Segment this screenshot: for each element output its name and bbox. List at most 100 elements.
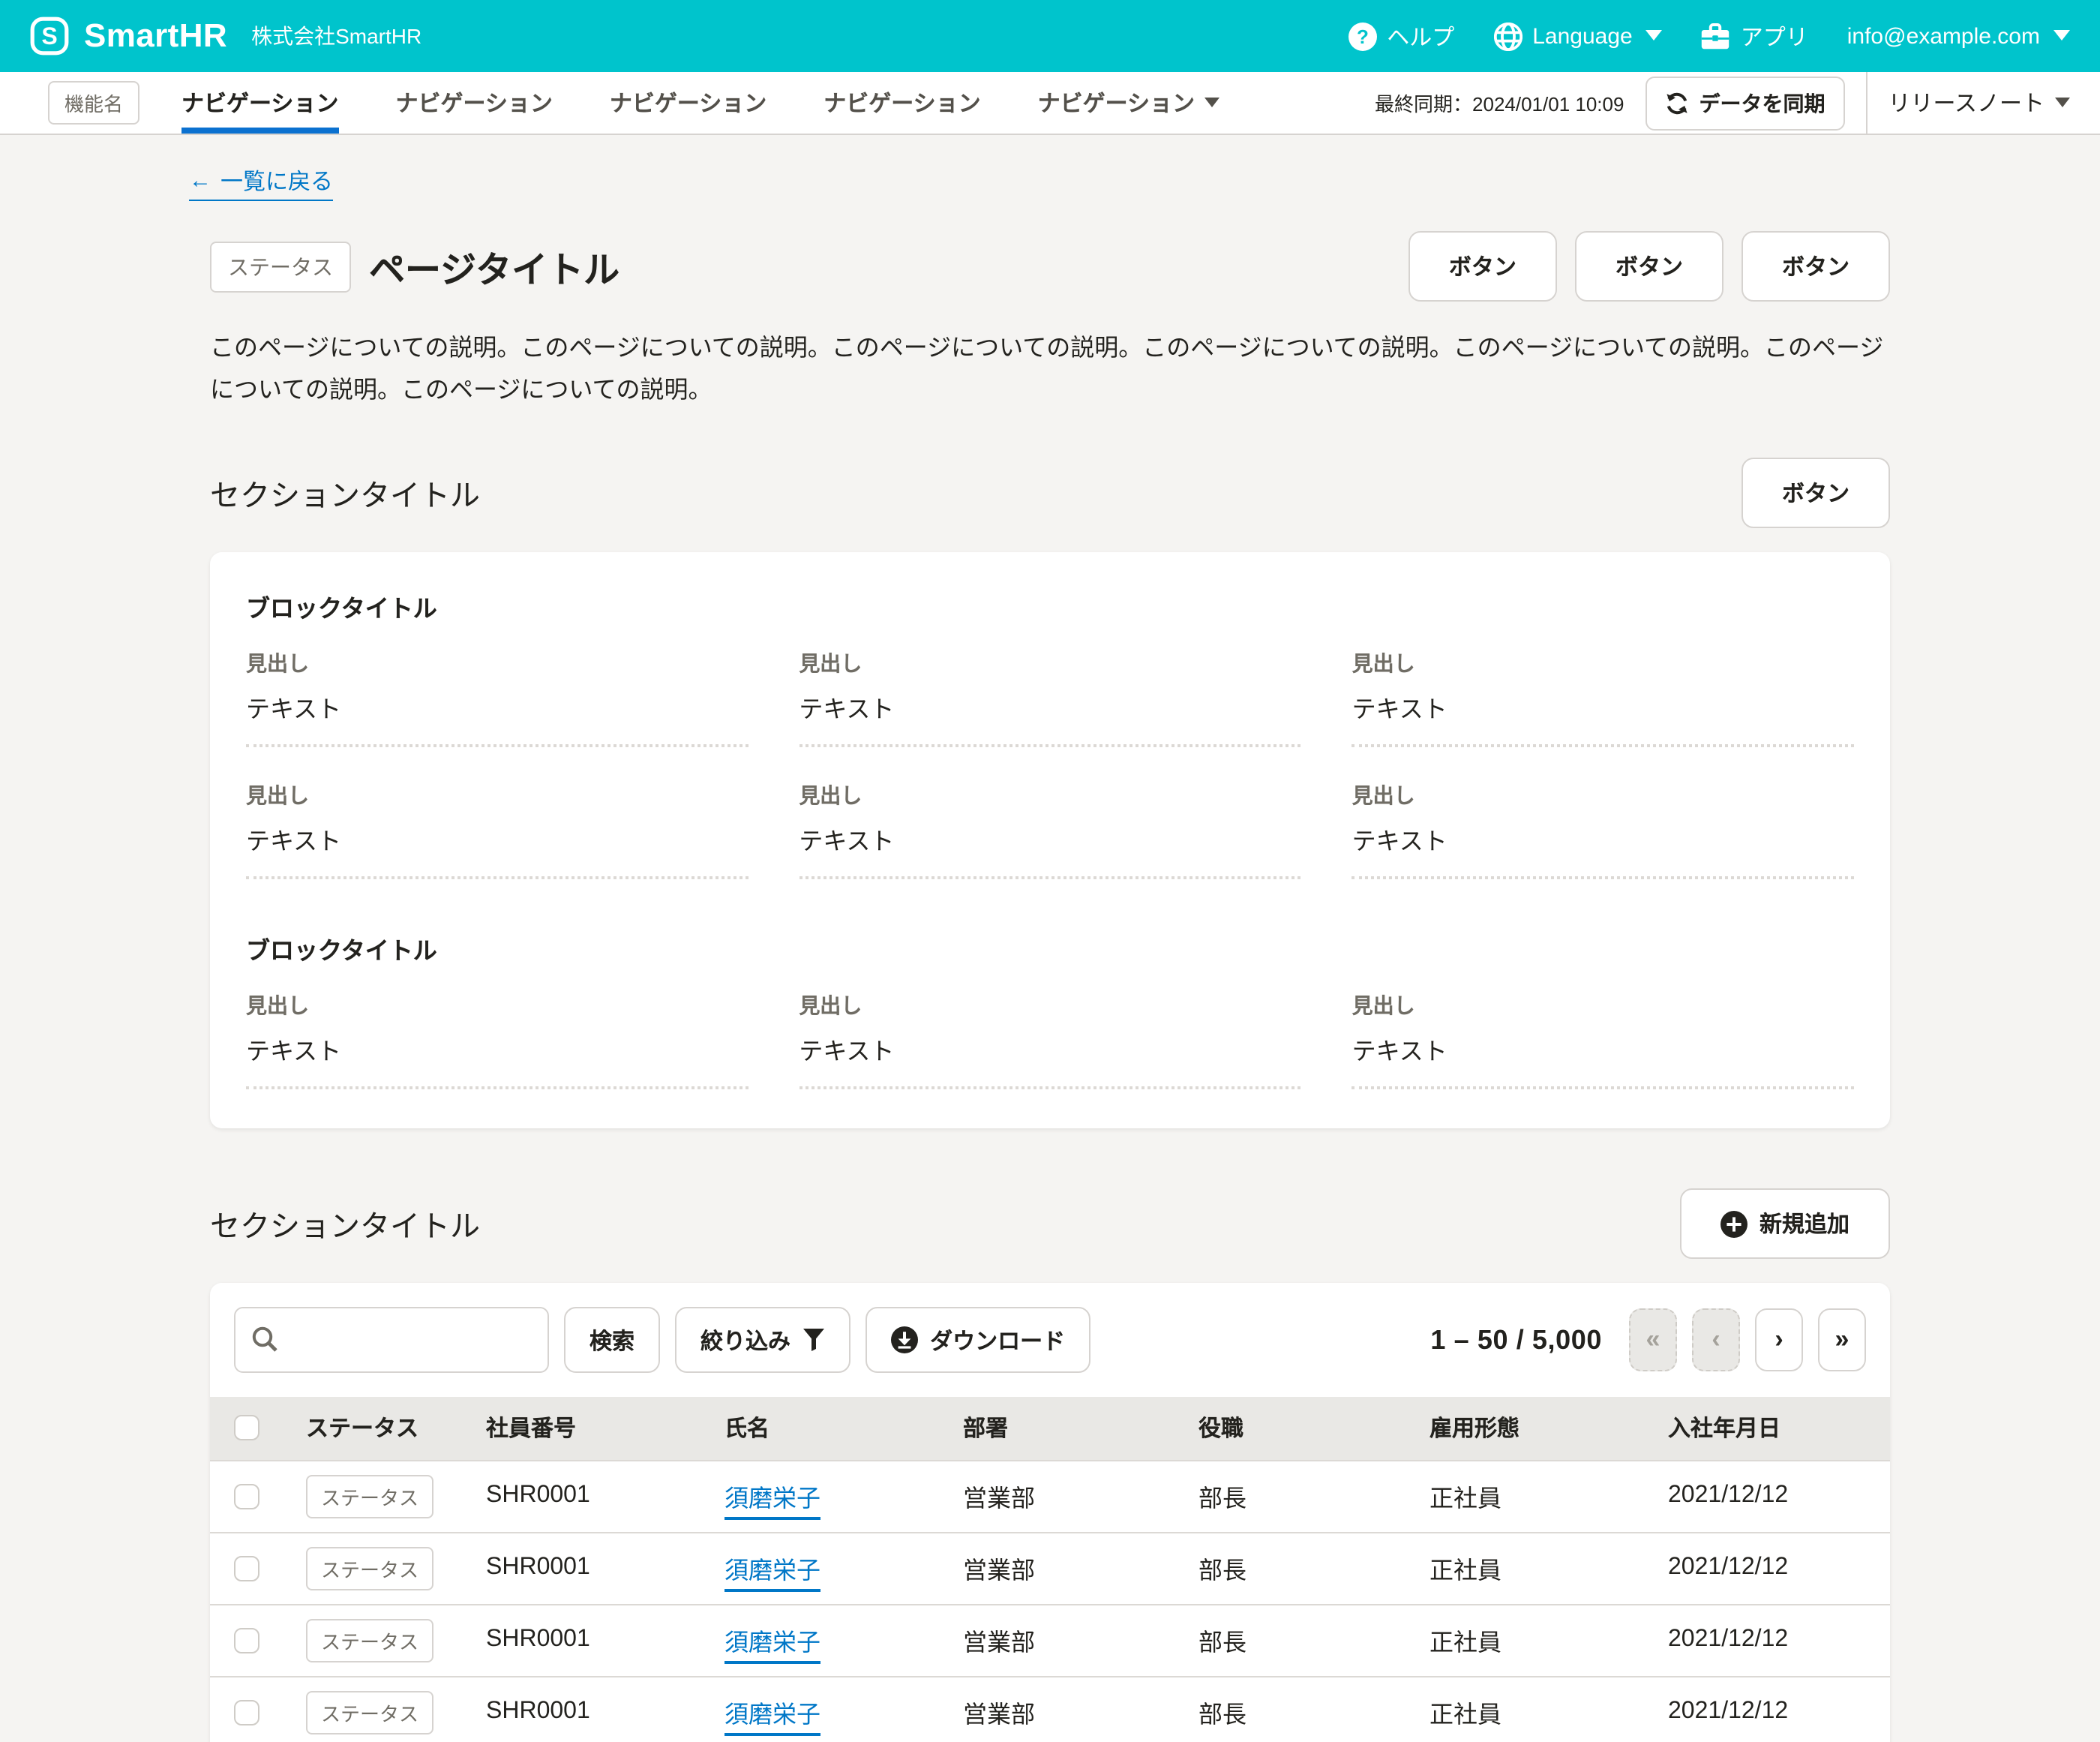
column-header-employment: 雇用形態 <box>1418 1397 1656 1460</box>
field-cell: 見出し テキスト <box>799 990 1300 1089</box>
nav-tab-3[interactable]: ナビゲーション <box>610 72 766 134</box>
section2-header: セクションタイトル 新規追加 <box>210 1188 1890 1259</box>
role: 部長 <box>1186 1676 1418 1742</box>
block-title-2: ブロックタイトル <box>246 930 1854 966</box>
hire-date: 2021/12/12 <box>1656 1676 1890 1742</box>
caret-down-icon <box>1204 98 1219 108</box>
release-notes-menu[interactable]: リリースノート <box>1888 87 2070 119</box>
help-icon: ? <box>1348 22 1376 50</box>
table-toolbar: 検索 絞り込み ダウンロード 1 – 50 / 5,000 « ‹ <box>210 1283 1890 1397</box>
brand-logo[interactable]: S SmartHR <box>30 17 227 56</box>
field-value: テキスト <box>246 821 748 857</box>
last-sync-label: 最終同期：2024/01/01 10:09 <box>1375 89 1624 117</box>
nav-tabs: ナビゲーション ナビゲーション ナビゲーション ナビゲーション ナビゲーション <box>182 72 1219 134</box>
table-row: ステータス SHR0001 須磨栄子 営業部 部長 正社員 2021/12/12 <box>210 1460 1890 1532</box>
plus-circle-icon <box>1720 1210 1748 1237</box>
field-cell: 見出し テキスト <box>1352 780 1854 879</box>
download-button[interactable]: ダウンロード <box>866 1307 1090 1373</box>
employee-name-link[interactable]: 須磨栄子 <box>724 1703 820 1736</box>
department: 営業部 <box>951 1532 1186 1604</box>
column-header-status: ステータス <box>294 1397 474 1460</box>
svg-text:S: S <box>41 23 57 50</box>
section2-title: セクションタイトル <box>210 1202 480 1245</box>
table-row: ステータス SHR0001 須磨栄子 営業部 部長 正社員 2021/12/12 <box>210 1604 1890 1676</box>
filter-button[interactable]: 絞り込み <box>675 1307 850 1373</box>
svg-text:?: ? <box>1356 25 1368 47</box>
field-value: テキスト <box>246 1031 748 1067</box>
hire-date: 2021/12/12 <box>1656 1604 1890 1676</box>
field-label: 見出し <box>1352 990 1854 1020</box>
employee-name-link[interactable]: 須磨栄子 <box>724 1559 820 1592</box>
row-checkbox[interactable] <box>234 1627 260 1653</box>
account-email: info@example.com <box>1847 23 2040 49</box>
employee-name-link[interactable]: 須磨栄子 <box>724 1631 820 1664</box>
page-action-button-1[interactable]: ボタン <box>1408 231 1557 302</box>
field-value: テキスト <box>1352 1031 1854 1067</box>
department: 営業部 <box>951 1460 1186 1532</box>
back-link[interactable]: ← 一覧に戻る <box>189 165 333 201</box>
section1-title: セクションタイトル <box>210 471 480 515</box>
info-card: ブロックタイトル 見出し テキスト 見出し テキスト 見出し テキスト 見出し … <box>210 552 1890 1128</box>
nav-tab-1[interactable]: ナビゲーション <box>182 72 338 134</box>
page-title: ページタイトル <box>369 240 620 293</box>
sync-data-button[interactable]: データを同期 <box>1645 76 1844 130</box>
field-value: テキスト <box>1352 689 1854 725</box>
field-label: 見出し <box>1352 780 1854 810</box>
employee-table: ステータス 社員番号 氏名 部署 役職 雇用形態 入社年月日 ステータス SHR… <box>210 1397 1890 1742</box>
field-cell: 見出し テキスト <box>1352 648 1854 747</box>
row-status-badge: ステータス <box>306 1618 434 1662</box>
add-new-button[interactable]: 新規追加 <box>1680 1188 1890 1259</box>
role: 部長 <box>1186 1532 1418 1604</box>
smarthr-logo-icon: S <box>30 17 69 56</box>
page-action-button-2[interactable]: ボタン <box>1575 231 1724 302</box>
search-input[interactable] <box>234 1307 549 1373</box>
help-link[interactable]: ? ヘルプ <box>1348 20 1454 52</box>
employee-table-card: 検索 絞り込み ダウンロード 1 – 50 / 5,000 « ‹ <box>210 1283 1890 1742</box>
global-header: S SmartHR 株式会社SmartHR ? ヘルプ Language <box>0 0 2100 72</box>
pagination-last-button[interactable]: » <box>1818 1308 1866 1371</box>
nav-tab-5[interactable]: ナビゲーション <box>1038 72 1219 134</box>
employment-type: 正社員 <box>1418 1532 1656 1604</box>
field-value: テキスト <box>799 1031 1300 1067</box>
employee-number: SHR0001 <box>474 1676 712 1742</box>
refresh-icon <box>1664 91 1688 115</box>
field-label: 見出し <box>799 648 1300 678</box>
section1-action-button[interactable]: ボタン <box>1742 458 1890 528</box>
field-cell: 見出し テキスト <box>1352 990 1854 1089</box>
field-label: 見出し <box>1352 648 1854 678</box>
pagination-prev-button[interactable]: ‹ <box>1692 1308 1740 1371</box>
field-cell: 見出し テキスト <box>246 780 748 879</box>
nav-tab-2[interactable]: ナビゲーション <box>395 72 552 134</box>
page-status-badge: ステータス <box>210 241 351 292</box>
language-menu[interactable]: Language <box>1493 22 1663 50</box>
nav-tab-4[interactable]: ナビゲーション <box>824 72 980 134</box>
employee-number: SHR0001 <box>474 1604 712 1676</box>
page-action-button-3[interactable]: ボタン <box>1742 231 1890 302</box>
search-button[interactable]: 検索 <box>564 1307 660 1373</box>
globe-icon <box>1493 22 1522 50</box>
search-icon <box>250 1325 280 1355</box>
field-cell: 見出し テキスト <box>246 648 748 747</box>
row-checkbox[interactable] <box>234 1555 260 1581</box>
brand-name: SmartHR <box>84 17 227 56</box>
caret-down-icon <box>1646 30 1663 42</box>
field-value: テキスト <box>799 689 1300 725</box>
field-label: 見出し <box>246 780 748 810</box>
role: 部長 <box>1186 1460 1418 1532</box>
block-title-1: ブロックタイトル <box>246 588 1854 624</box>
caret-down-icon <box>2055 98 2070 108</box>
account-menu[interactable]: info@example.com <box>1847 23 2070 49</box>
toolbox-icon <box>1702 23 1730 50</box>
pagination-first-button[interactable]: « <box>1629 1308 1677 1371</box>
company-name: 株式会社SmartHR <box>251 21 422 51</box>
field-cell: 見出し テキスト <box>246 990 748 1089</box>
pagination-next-button[interactable]: › <box>1755 1308 1803 1371</box>
select-all-checkbox[interactable] <box>234 1416 260 1441</box>
row-checkbox[interactable] <box>234 1699 260 1725</box>
employee-name-link[interactable]: 須磨栄子 <box>724 1487 820 1520</box>
back-arrow-icon: ← <box>189 168 212 194</box>
employment-type: 正社員 <box>1418 1676 1656 1742</box>
apps-link[interactable]: アプリ <box>1702 20 1808 52</box>
row-checkbox[interactable] <box>234 1483 260 1509</box>
page-description: このページについての説明。このページについての説明。このページについての説明。こ… <box>210 329 1890 413</box>
